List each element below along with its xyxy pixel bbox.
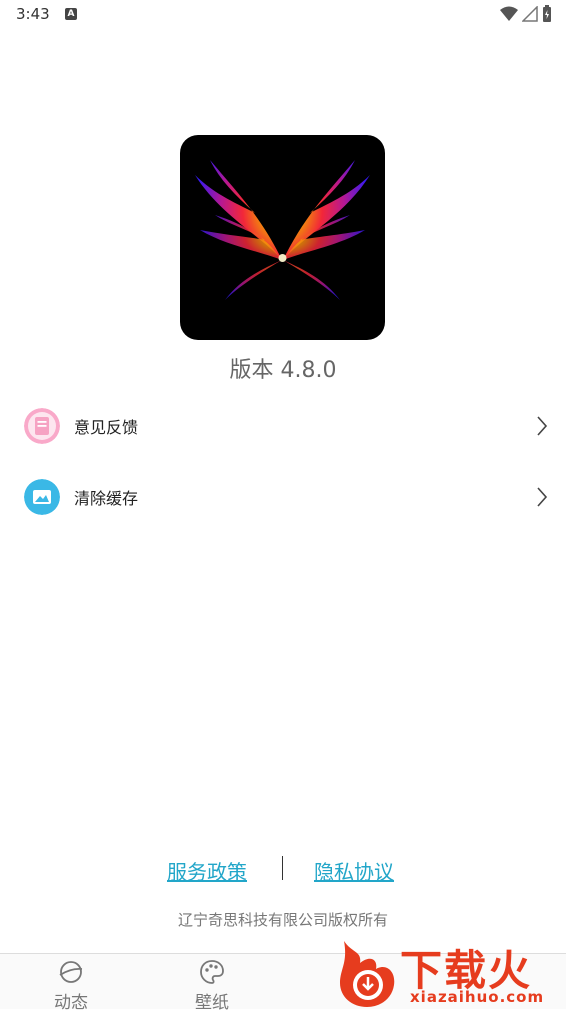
nav-label-dynamic: 动态	[54, 993, 88, 1013]
status-time: 3:43	[16, 5, 50, 23]
planet-icon	[59, 961, 83, 983]
privacy-policy-link[interactable]: 隐私协议	[314, 856, 394, 885]
chevron-right-icon	[537, 487, 548, 507]
version-label: 版本 4.8.0	[229, 358, 337, 383]
menu-item-feedback-label: 意见反馈	[74, 418, 139, 437]
status-icons	[500, 5, 552, 23]
flame-download-icon	[340, 941, 395, 1007]
watermark: 下载火 xiazaihuo.com	[334, 933, 566, 1008]
footer-links: 服务政策 隐私协议	[0, 852, 566, 884]
butterfly-wings-logo	[195, 160, 370, 300]
watermark-url: xiazaihuo.com	[410, 988, 545, 1006]
menu-item-clear-cache[interactable]: 清除缓存	[0, 467, 566, 527]
nav-item-wallpaper[interactable]: 壁纸	[172, 954, 252, 1013]
battery-icon	[543, 5, 551, 22]
signal-icon	[522, 6, 538, 22]
menu-item-feedback[interactable]: 意见反馈	[0, 396, 566, 456]
wifi-icon	[500, 6, 518, 21]
service-policy-link[interactable]: 服务政策	[167, 856, 247, 885]
nav-label-wallpaper: 壁纸	[195, 993, 229, 1013]
app-logo	[180, 135, 385, 340]
chevron-right-icon	[537, 416, 548, 436]
copyright-text: 辽宁奇思科技有限公司版权所有	[177, 911, 388, 929]
feedback-icon	[24, 408, 60, 444]
status-bar: 3:43 A	[0, 0, 566, 30]
menu-item-clear-cache-label: 清除缓存	[74, 489, 139, 508]
nav-item-dynamic[interactable]: 动态	[31, 954, 111, 1013]
notification-a-icon: A	[65, 8, 77, 20]
link-divider	[282, 856, 283, 880]
image-icon	[24, 479, 60, 515]
palette-icon	[200, 960, 224, 984]
